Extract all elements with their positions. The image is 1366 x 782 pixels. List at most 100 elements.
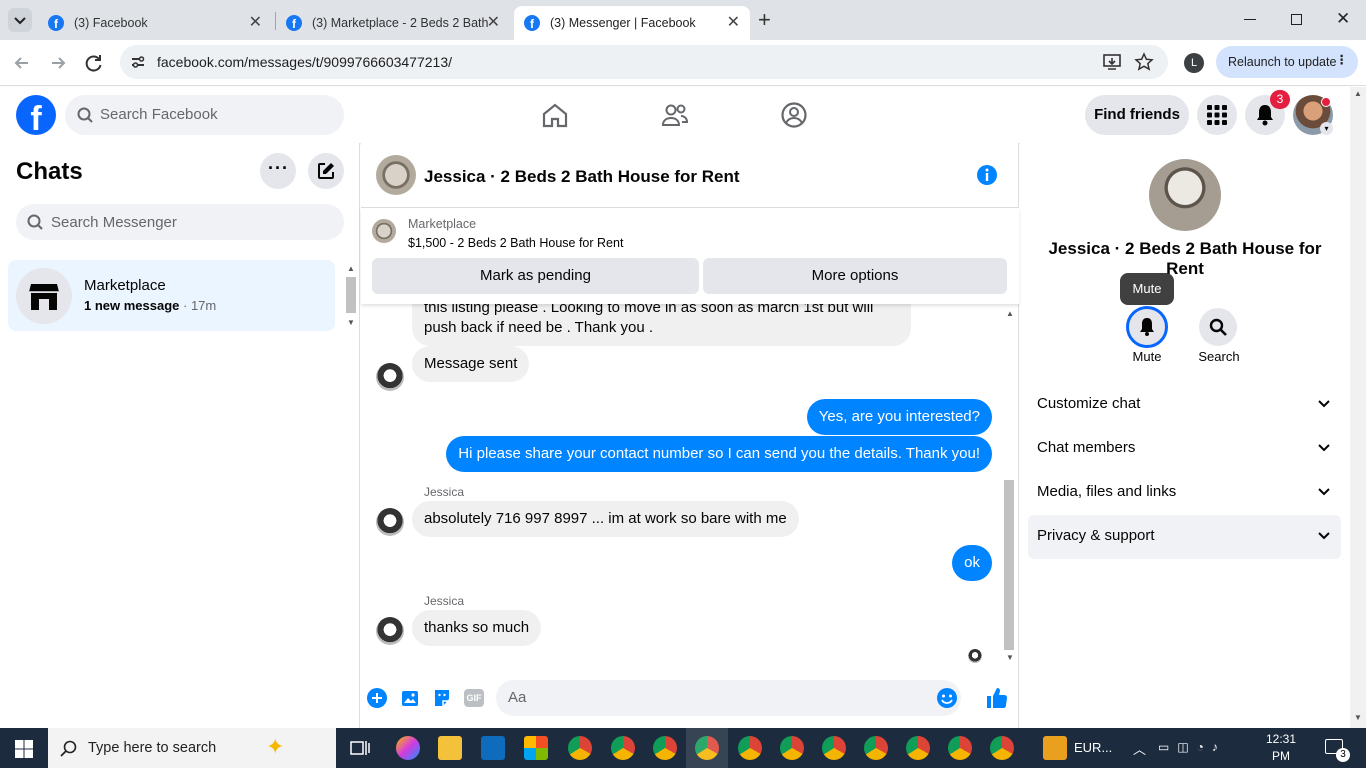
storefront-icon xyxy=(29,284,59,310)
chat-members-section[interactable]: Chat members xyxy=(1028,427,1341,471)
messages-scrollbar[interactable]: ▲ ▼ xyxy=(1002,305,1016,665)
account-chevron-icon[interactable]: ▾ xyxy=(1320,122,1333,135)
close-tab-icon[interactable]: ✕ xyxy=(727,15,740,31)
taskbar-clock[interactable]: 12:31 PM 2/1/2025 xyxy=(1256,731,1306,782)
chat-options-button[interactable]: ··· xyxy=(260,153,296,189)
chrome-profile-icon[interactable] xyxy=(864,736,888,760)
tab-marketplace[interactable]: f (3) Marketplace - 2 Beds 2 Bath ✕ xyxy=(276,6,510,40)
find-friends-button[interactable]: Find friends xyxy=(1085,95,1189,135)
chat-list-scrollbar[interactable]: ▲ ▼ xyxy=(344,261,358,331)
listing-price-title[interactable]: $1,500 - 2 Beds 2 Bath House for Rent xyxy=(408,236,623,250)
close-window-icon[interactable]: ✕ xyxy=(1336,9,1350,29)
compose-icon xyxy=(318,163,334,179)
bell-icon xyxy=(1140,318,1154,336)
chrome-profile-icon[interactable] xyxy=(738,736,762,760)
show-hidden-icons-icon[interactable]: ︿ xyxy=(1133,739,1146,758)
tab-facebook[interactable]: f (3) Facebook ✕ xyxy=(38,6,272,40)
currency-widget-icon[interactable] xyxy=(1043,736,1067,760)
contact-avatar[interactable] xyxy=(376,508,404,536)
marketplace-listing-bar: Marketplace $1,500 - 2 Beds 2 Bath House… xyxy=(361,208,1019,304)
message-bubble-outgoing[interactable]: ok xyxy=(952,545,992,581)
windows-start-icon[interactable] xyxy=(15,740,33,758)
tab-search-button[interactable] xyxy=(8,8,32,32)
tray-icons[interactable]: ▭◫◔♪ xyxy=(1158,740,1248,756)
reload-icon[interactable] xyxy=(84,53,104,73)
contact-avatar[interactable] xyxy=(376,363,404,391)
conversation-title[interactable]: Jessica · 2 Beds 2 Bath House for Rent xyxy=(424,167,740,187)
contact-avatar[interactable] xyxy=(376,617,404,645)
taskbar-search-input[interactable]: Type here to search ✦ xyxy=(48,728,336,768)
chrome-profile-icon[interactable] xyxy=(568,736,592,760)
install-app-icon[interactable] xyxy=(1102,53,1122,71)
message-sender-name: Jessica xyxy=(424,594,465,608)
chevron-down-icon xyxy=(1318,488,1330,496)
restore-window-icon[interactable] xyxy=(1291,14,1302,25)
message-bubble-outgoing[interactable]: Hi please share your contact number so I… xyxy=(446,436,992,472)
outlook-icon[interactable] xyxy=(481,736,505,760)
messenger-search-input[interactable]: Search Messenger xyxy=(16,204,344,240)
more-options-button[interactable]: More options xyxy=(703,258,1007,294)
back-icon[interactable] xyxy=(12,53,32,73)
chrome-profile-icon[interactable] xyxy=(653,736,677,760)
facebook-logo[interactable]: f xyxy=(16,95,56,135)
close-tab-icon[interactable]: ✕ xyxy=(249,15,262,31)
mark-as-pending-button[interactable]: Mark as pending xyxy=(372,258,699,294)
minimize-window-icon[interactable] xyxy=(1244,19,1256,20)
new-message-button[interactable] xyxy=(308,153,344,189)
plus-circle-icon[interactable] xyxy=(367,688,387,708)
gif-icon[interactable]: GIF xyxy=(464,689,484,707)
message-bubble-incoming[interactable]: absolutely 716 997 8997 ... im at work s… xyxy=(412,501,799,537)
message-bubble-incoming[interactable]: Message sent xyxy=(412,346,530,382)
conversation-avatar[interactable] xyxy=(376,155,416,195)
file-explorer-icon[interactable] xyxy=(438,736,462,760)
facebook-search-input[interactable]: Search Facebook xyxy=(65,95,344,135)
profile-avatar[interactable]: L xyxy=(1184,53,1204,73)
message-bubble-incoming[interactable]: thanks so much xyxy=(412,610,542,646)
chat-item-marketplace[interactable]: Marketplace 1 new message · 17m xyxy=(8,260,335,331)
mute-button[interactable] xyxy=(1126,306,1168,348)
friends-icon[interactable] xyxy=(661,102,689,128)
tab-messenger[interactable]: f (3) Messenger | Facebook ✕ xyxy=(514,6,750,40)
search-in-conversation-button[interactable] xyxy=(1199,308,1237,346)
new-tab-button[interactable]: + xyxy=(758,9,771,31)
chrome-profile-icon[interactable] xyxy=(780,736,804,760)
privacy-support-section[interactable]: Privacy & support xyxy=(1028,515,1341,559)
message-input[interactable]: Aa xyxy=(496,680,961,716)
sticker-icon[interactable] xyxy=(432,688,452,708)
url-text: facebook.com/messages/t/9099766603477213… xyxy=(157,54,452,70)
grid-menu-icon xyxy=(1207,105,1227,125)
forward-icon[interactable] xyxy=(48,53,68,73)
chrome-profile-icon[interactable] xyxy=(822,736,846,760)
page-scrollbar[interactable]: ▲ ▼ xyxy=(1350,87,1366,728)
home-icon[interactable] xyxy=(541,102,569,128)
currency-widget-label[interactable]: EUR... xyxy=(1074,740,1112,755)
menu-button[interactable] xyxy=(1197,95,1237,135)
section-label: Customize chat xyxy=(1037,395,1141,412)
chrome-profile-icon[interactable] xyxy=(948,736,972,760)
media-files-links-section[interactable]: Media, files and links xyxy=(1028,471,1341,515)
more-dots-icon: ··· xyxy=(268,158,289,178)
menu-dots-icon[interactable]: ⋮ xyxy=(1336,52,1349,67)
relaunch-button[interactable]: Relaunch to update ⋮ xyxy=(1216,46,1358,78)
message-bubble-outgoing[interactable]: Yes, are you interested? xyxy=(806,399,992,435)
thumbs-up-icon[interactable] xyxy=(985,686,1009,710)
chrome-profile-icon[interactable] xyxy=(990,736,1014,760)
chrome-profile-icon[interactable] xyxy=(906,736,930,760)
close-tab-icon[interactable]: ✕ xyxy=(487,15,500,31)
copilot-icon[interactable] xyxy=(396,736,420,760)
chrome-profile-icon[interactable] xyxy=(611,736,635,760)
site-info-icon[interactable] xyxy=(130,54,146,70)
conversation-header: Jessica · 2 Beds 2 Bath House for Rent xyxy=(361,143,1019,208)
groups-icon[interactable] xyxy=(780,101,808,129)
bookmark-star-icon[interactable] xyxy=(1134,52,1154,72)
emoji-icon[interactable] xyxy=(936,687,958,709)
conversation-info-icon[interactable] xyxy=(976,164,998,186)
listing-avatar[interactable] xyxy=(1149,159,1221,231)
customize-chat-section[interactable]: Customize chat xyxy=(1028,383,1341,427)
task-view-icon[interactable] xyxy=(350,739,370,757)
listing-thumbnail[interactable] xyxy=(372,219,396,243)
address-bar[interactable]: facebook.com/messages/t/9099766603477213… xyxy=(120,45,1168,79)
microsoft-store-icon[interactable] xyxy=(524,736,548,760)
message-bubble-incoming[interactable]: this listing please . Looking to move in… xyxy=(412,304,911,346)
photo-icon[interactable] xyxy=(400,688,420,708)
